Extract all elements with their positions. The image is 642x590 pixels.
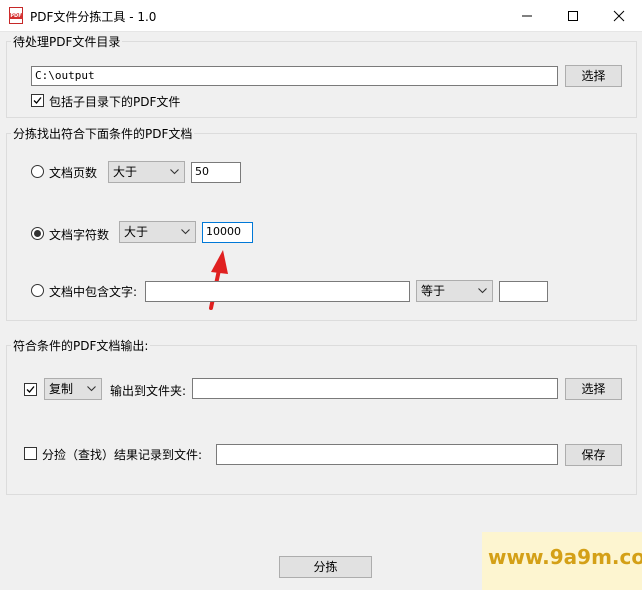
output-group [6, 345, 637, 495]
source-path-input[interactable]: C:\output [31, 66, 558, 86]
contains-text-input[interactable] [145, 281, 410, 302]
char-count-operator-value: 大于 [124, 225, 149, 239]
maximize-button[interactable] [550, 0, 596, 31]
copy-mode-value: 复制 [49, 382, 74, 396]
copy-mode-select[interactable]: 复制 [44, 378, 102, 400]
page-count-label: 文档页数 [49, 166, 98, 180]
include-subdirs-checkbox[interactable] [31, 94, 44, 107]
contains-text-label: 文档中包含文字: [49, 285, 138, 299]
page-count-operator-value: 大于 [113, 165, 138, 179]
chevron-down-icon [181, 229, 190, 235]
close-button[interactable] [596, 0, 642, 31]
checkmark-icon [26, 386, 35, 393]
page-count-radio[interactable] [31, 165, 44, 178]
window-title: PDF文件分拣工具 - 1.0 [30, 10, 157, 24]
chevron-down-icon [87, 386, 96, 392]
minimize-button[interactable] [504, 0, 550, 31]
watermark: www.9a9m.com [482, 532, 642, 590]
close-icon [613, 10, 625, 22]
watermark-text: www.9a9m.com [488, 545, 642, 569]
page-count-value-input[interactable]: 50 [191, 162, 241, 183]
char-count-radio[interactable] [31, 227, 44, 240]
checkmark-icon [33, 97, 42, 104]
log-save-button[interactable]: 保存 [565, 444, 622, 466]
contains-text-value-input[interactable] [499, 281, 548, 302]
copy-enable-checkbox[interactable] [24, 383, 37, 396]
sort-button[interactable]: 分拣 [279, 556, 372, 578]
pdf-app-icon: PDF [9, 7, 23, 24]
minimize-icon [522, 15, 532, 17]
log-file-input[interactable] [216, 444, 558, 465]
radio-selected-dot [34, 230, 41, 237]
contains-text-operator-value: 等于 [421, 284, 446, 298]
include-subdirs-label: 包括子目录下的PDF文件 [49, 95, 181, 109]
output-folder-label: 输出到文件夹: [110, 384, 187, 398]
criteria-group-title: 分拣找出符合下面条件的PDF文档 [11, 125, 195, 142]
char-count-value-input[interactable]: 10000 [202, 222, 253, 243]
output-browse-button[interactable]: 选择 [565, 378, 622, 400]
output-folder-input[interactable] [192, 378, 558, 399]
char-count-operator-select[interactable]: 大于 [119, 221, 196, 243]
source-browse-button[interactable]: 选择 [565, 65, 622, 87]
page-count-operator-select[interactable]: 大于 [108, 161, 185, 183]
maximize-icon [568, 11, 578, 21]
output-group-title: 符合条件的PDF文档输出: [11, 337, 151, 354]
title-bar: PDF PDF文件分拣工具 - 1.0 [0, 0, 642, 32]
chevron-down-icon [170, 169, 179, 175]
log-file-label: 分捡（查找）结果记录到文件: [42, 448, 203, 462]
contains-text-operator-select[interactable]: 等于 [416, 280, 493, 302]
char-count-label: 文档字符数 [49, 228, 110, 242]
pdf-icon-label: PDF [9, 13, 23, 19]
source-group-title: 待处理PDF文件目录 [11, 33, 123, 50]
contains-text-radio[interactable] [31, 284, 44, 297]
log-enable-checkbox[interactable] [24, 447, 37, 460]
chevron-down-icon [478, 288, 487, 294]
